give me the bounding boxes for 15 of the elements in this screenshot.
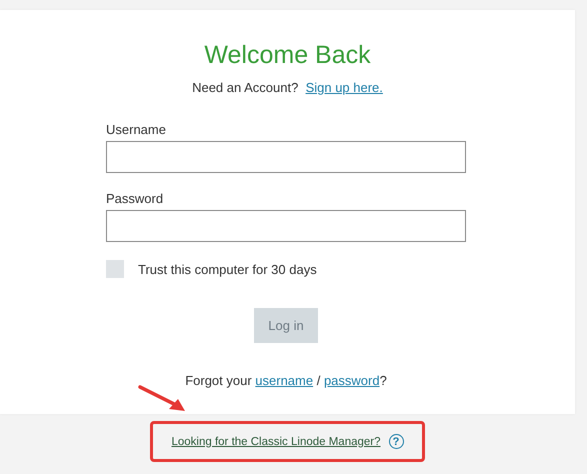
checkbox-label: Trust this computer for 30 days — [138, 262, 317, 276]
input-field[interactable] — [106, 141, 466, 173]
signup-prompt: Need an Account? Sign up here. — [191, 80, 384, 95]
signup-link[interactable]: Sign up here. — [306, 80, 383, 95]
checkbox[interactable] — [106, 260, 124, 278]
username-link[interactable]: username — [255, 373, 314, 388]
field-label: Password — [106, 191, 164, 206]
classic-manager-link[interactable]: Looking for the Classic Linode Manager? — [171, 436, 381, 448]
input-field[interactable] — [106, 210, 466, 242]
forgot-prompt: Forgot your username / password? — [184, 373, 388, 388]
page-title: Welcome Back — [203, 40, 372, 70]
help-icon[interactable]: ? — [388, 434, 404, 449]
password-link[interactable]: password — [324, 373, 380, 388]
field-label: Username — [106, 122, 167, 137]
arrow-icon — [138, 385, 188, 413]
